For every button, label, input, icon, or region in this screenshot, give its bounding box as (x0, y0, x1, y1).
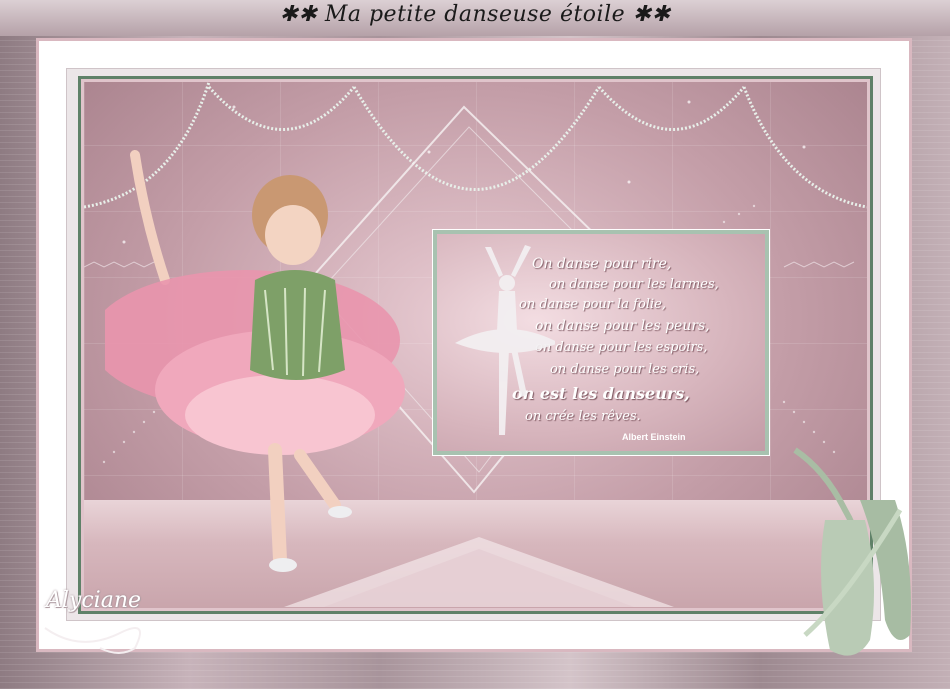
quote-author: Albert Einstein (622, 432, 686, 442)
ballerina-silhouette-icon (455, 245, 555, 435)
signature-swash (44, 627, 141, 654)
quote-line-4: on danse pour les peurs, (535, 318, 710, 334)
quote-line-2: on danse pour les larmes, (549, 277, 719, 292)
pointe-shoes-icon (793, 447, 911, 656)
artwork-title: ✱✱ Ma petite danseuse étoile ✱✱ (279, 2, 671, 27)
artwork-page: ✱✱ Ma petite danseuse étoile ✱✱ On danse… (0, 0, 950, 689)
quote-line-5: on danse pour les espoirs, (535, 340, 708, 355)
girl-dancer-figure (105, 150, 405, 572)
quote-line-6: on danse pour les cris, (550, 362, 700, 377)
